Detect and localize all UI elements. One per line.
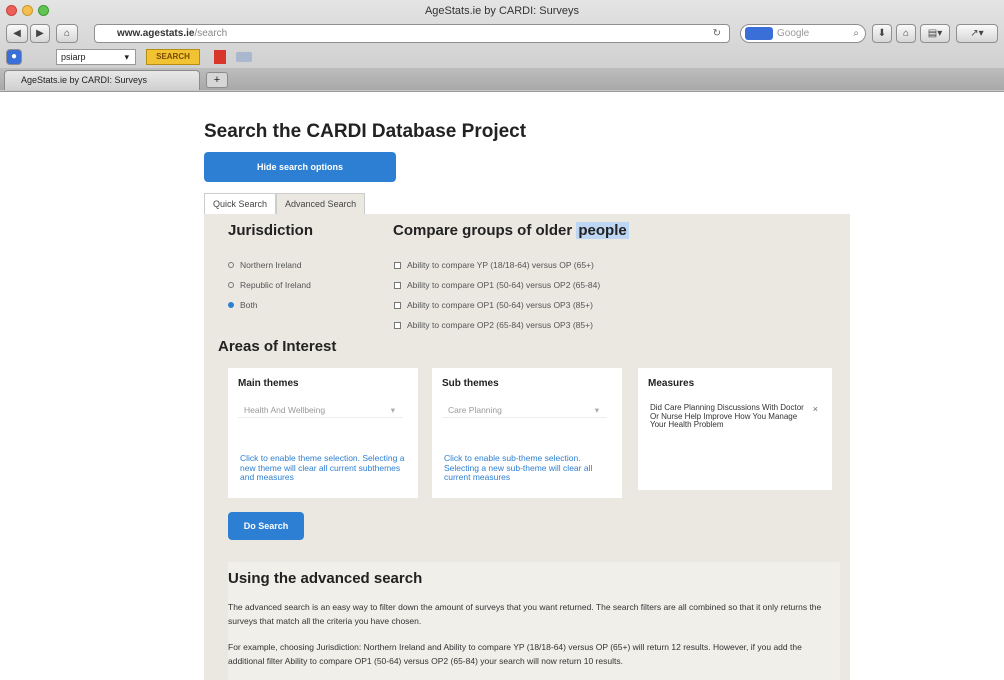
window-title: AgeStats.ie by CARDI: Surveys bbox=[424, 5, 580, 17]
advanced-search-help-heading: Using the advanced search bbox=[228, 570, 423, 587]
sub-themes-card: Sub themes Care Planning ▾ Click to enabl… bbox=[432, 368, 622, 498]
radio-icon-selected[interactable] bbox=[228, 302, 234, 308]
advanced-search-help: Using the advanced search The advanced s… bbox=[228, 562, 840, 680]
checkbox-label: Ability to compare OP2 (65-84) versus OP… bbox=[407, 320, 593, 330]
sub-themes-heading: Sub themes bbox=[442, 378, 499, 389]
checkbox-icon[interactable] bbox=[394, 281, 401, 289]
checkbox-compare-op1-op3[interactable]: Ability to compare OP1 (50-64) versus OP… bbox=[394, 300, 593, 310]
title-bar: AgeStats.ie by CARDI: Surveys bbox=[0, 0, 1004, 22]
compare-heading: Compare groups of older people bbox=[393, 222, 629, 239]
measures-heading: Measures bbox=[648, 378, 695, 389]
browser-toolbar: ◀ ▶ ⌂ www.agestats.ie/search ↻ Google ⌕ … bbox=[0, 22, 1004, 46]
radio-both[interactable]: Both bbox=[228, 300, 258, 310]
chevron-down-icon: ▾ bbox=[390, 405, 395, 415]
measures-card: Measures Did Care Planning Discussions W… bbox=[638, 368, 832, 490]
hide-search-options-button[interactable]: Hide search options bbox=[204, 152, 396, 182]
tab-advanced-search[interactable]: Advanced Search bbox=[276, 193, 366, 214]
tab-quick-search[interactable]: Quick Search bbox=[204, 193, 277, 214]
main-themes-heading: Main themes bbox=[238, 378, 299, 389]
checkbox-label: Ability to compare OP1 (50-64) versus OP… bbox=[407, 280, 601, 290]
radio-icon[interactable] bbox=[228, 282, 234, 288]
radio-label: Both bbox=[240, 300, 258, 310]
main-theme-select[interactable]: Health And Wellbeing ▾ bbox=[238, 402, 403, 418]
tab-bar: AgeStats.ie by CARDI: Surveys + bbox=[0, 68, 1004, 90]
checkbox-label: Ability to compare YP (18/18-64) versus … bbox=[407, 260, 594, 270]
page-title: Search the CARDI Database Project bbox=[204, 121, 527, 142]
checkbox-icon[interactable] bbox=[394, 321, 401, 329]
radio-northern-ireland[interactable]: Northern Ireland bbox=[228, 260, 301, 270]
compare-heading-text: Compare groups of older bbox=[393, 222, 577, 239]
home-icon[interactable]: ⌂ bbox=[56, 24, 78, 43]
bookmark-menu-button[interactable]: ▤▾ bbox=[920, 24, 950, 43]
bookmarks-toolbar: ● psiarp ▾ SEARCH bbox=[0, 46, 1004, 68]
do-search-button[interactable]: Do Search bbox=[228, 512, 304, 540]
back-button[interactable]: ◀ bbox=[6, 24, 28, 43]
addon-icon[interactable]: ● bbox=[6, 49, 22, 65]
radio-republic-of-ireland[interactable]: Republic of Ireland bbox=[228, 280, 311, 290]
areas-of-interest-heading: Areas of Interest bbox=[218, 338, 337, 355]
search-placeholder: Google bbox=[777, 28, 810, 39]
checkbox-icon[interactable] bbox=[394, 261, 401, 269]
advanced-search-panel: Jurisdiction Compare groups of older peo… bbox=[204, 214, 850, 680]
browser-chrome: AgeStats.ie by CARDI: Surveys ◀ ▶ ⌂ www.… bbox=[0, 0, 1004, 92]
radio-icon[interactable] bbox=[228, 262, 234, 268]
selected-measure: Did Care Planning Discussions With Docto… bbox=[650, 403, 804, 429]
download-icon[interactable]: ⬇ bbox=[872, 24, 892, 43]
new-tab-button[interactable]: + bbox=[206, 72, 228, 88]
jurisdiction-heading: Jurisdiction bbox=[228, 222, 314, 239]
browser-search-field[interactable]: Google ⌕ bbox=[740, 24, 866, 43]
radio-label: Republic of Ireland bbox=[240, 280, 311, 290]
main-theme-value: Health And Wellbeing bbox=[244, 405, 326, 415]
share-button[interactable]: ↗▾ bbox=[956, 24, 998, 43]
search-tabs: Quick Search Advanced Search bbox=[204, 193, 366, 214]
web-page: Search the CARDI Database Project Hide s… bbox=[0, 92, 1004, 680]
forward-button[interactable]: ▶ bbox=[30, 24, 50, 43]
sub-theme-select[interactable]: Care Planning ▾ bbox=[442, 402, 607, 418]
sub-theme-enable-link[interactable]: Click to enable sub-theme selection. Sel… bbox=[444, 453, 609, 483]
reload-icon[interactable]: ↻ bbox=[713, 25, 721, 42]
checkbox-label: Ability to compare OP1 (50-64) versus OP… bbox=[407, 300, 593, 310]
compare-heading-highlight: people bbox=[576, 222, 629, 239]
search-engine-icon[interactable] bbox=[745, 27, 773, 40]
home-page-icon[interactable]: ⌂ bbox=[896, 24, 916, 43]
bookmark-select[interactable]: psiarp ▾ bbox=[56, 49, 136, 65]
browser-tab-title: AgeStats.ie by CARDI: Surveys bbox=[21, 75, 148, 85]
main-theme-enable-link[interactable]: Click to enable theme selection. Selecti… bbox=[240, 453, 405, 483]
bookmark-select-value: psiarp bbox=[61, 52, 86, 62]
search-icon[interactable]: ⌕ bbox=[853, 25, 859, 42]
main-themes-card: Main themes Health And Wellbeing ▾ Click … bbox=[228, 368, 418, 498]
radio-label: Northern Ireland bbox=[240, 260, 302, 270]
chevron-down-icon: ▾ bbox=[594, 405, 599, 415]
url-domain: www.agestats.ie bbox=[117, 28, 195, 39]
bookmark-search-button[interactable]: SEARCH bbox=[146, 49, 200, 65]
pdf-icon[interactable] bbox=[214, 50, 226, 64]
address-bar[interactable]: www.agestats.ie/search ↻ bbox=[94, 24, 730, 43]
remove-measure-icon[interactable]: × bbox=[813, 404, 818, 414]
checkbox-compare-yp-op[interactable]: Ability to compare YP (18/18-64) versus … bbox=[394, 260, 594, 270]
url-path: /search bbox=[194, 28, 228, 39]
advanced-search-help-paragraph: The advanced search is an easy way to fi… bbox=[228, 602, 822, 626]
browser-tab[interactable]: AgeStats.ie by CARDI: Surveys bbox=[4, 70, 200, 90]
advanced-search-example-paragraph: For example, choosing Jurisdiction: Nort… bbox=[228, 642, 802, 666]
checkbox-compare-op2-op3[interactable]: Ability to compare OP2 (65-84) versus OP… bbox=[394, 320, 593, 330]
tool-icon[interactable] bbox=[236, 52, 252, 62]
checkbox-compare-op1-op2[interactable]: Ability to compare OP1 (50-64) versus OP… bbox=[394, 280, 600, 290]
checkbox-icon[interactable] bbox=[394, 301, 401, 309]
sub-theme-value: Care Planning bbox=[448, 405, 502, 415]
chevron-down-icon: ▾ bbox=[124, 52, 129, 62]
